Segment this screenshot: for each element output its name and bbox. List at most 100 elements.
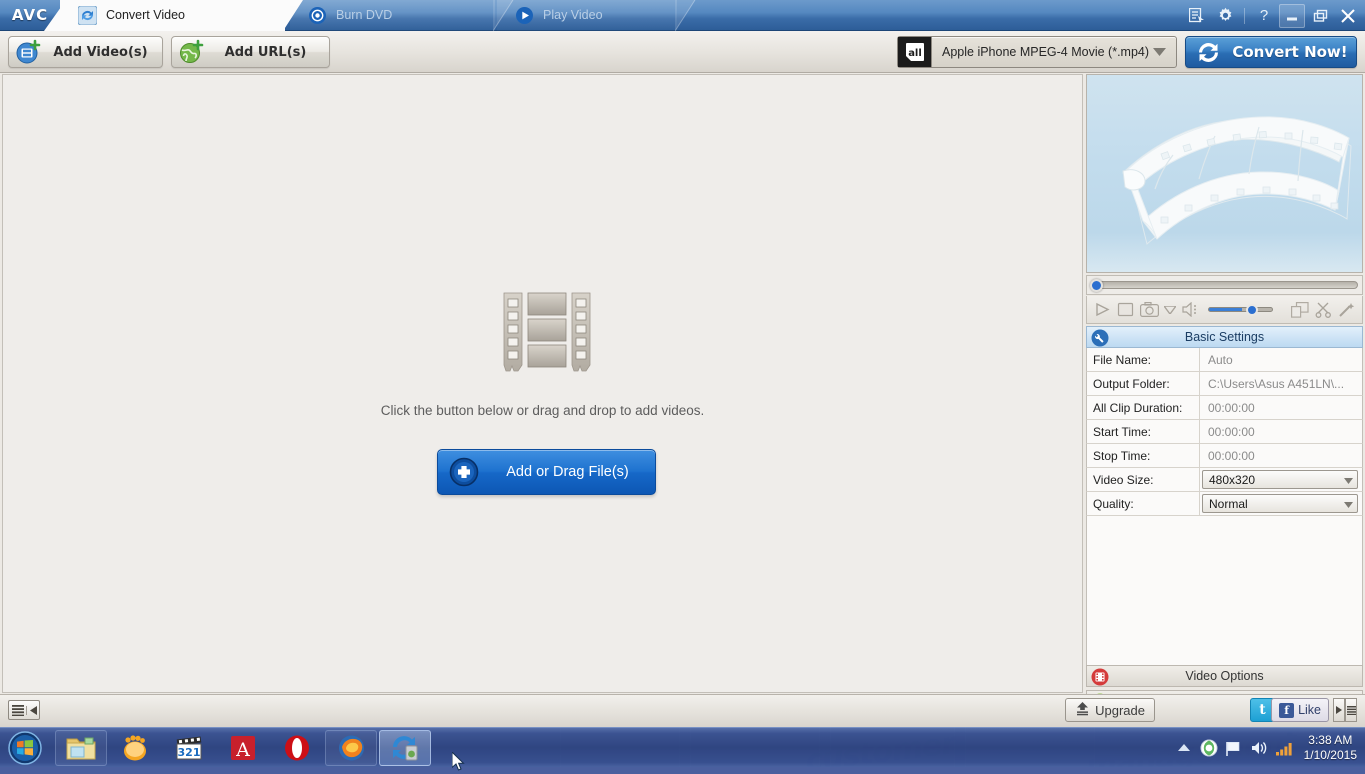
seek-track[interactable] [1091,281,1358,289]
row-value[interactable]: 00:00:00 [1200,444,1362,467]
tab-label: Burn DVD [336,8,393,22]
row-value[interactable]: Auto [1200,348,1362,371]
crop-icon[interactable] [1290,300,1309,320]
output-format-select[interactable]: all Apple iPhone MPEG-4 Movie (*.mp4) [897,36,1177,68]
chevron-down-icon[interactable] [1153,45,1176,59]
volume-thumb[interactable] [1246,303,1259,316]
task-list-icon[interactable] [1184,4,1210,28]
upgrade-label: Upgrade [1095,702,1145,718]
volume-slider[interactable] [1208,302,1273,318]
format-profile-icon: all [898,37,932,67]
tab-burn-dvd[interactable]: Burn DVD [290,0,514,31]
system-tray: 3:38 AM 1/10/2015 [1175,728,1365,768]
settings-row-quality[interactable]: Quality: Normal [1086,492,1363,516]
chevron-down-icon[interactable] [1344,473,1353,487]
right-panel: Basic Settings File Name: Auto Output Fo… [1086,74,1363,712]
statusbar-panel-toggle[interactable] [1333,698,1357,722]
row-value[interactable]: 00:00:00 [1200,396,1362,419]
effects-wand-icon[interactable] [1338,300,1356,320]
convert-refresh-icon [1186,39,1230,66]
add-videos-button[interactable]: Add Video(s) [8,36,163,68]
taskbar-any-video-converter[interactable] [379,729,431,766]
video-size-select[interactable]: 480x320 [1202,470,1358,489]
taskbar-klite-codec-321[interactable]: 321 [163,730,215,766]
settings-empty-space [1086,516,1363,665]
taskbar-firefox-browser[interactable] [325,729,377,766]
basic-settings-header[interactable]: Basic Settings [1086,326,1363,348]
antivirus-shield-icon[interactable] [1200,739,1218,757]
snapshot-camera-icon[interactable] [1139,300,1159,320]
maximize-icon[interactable] [1307,4,1333,28]
taskbar-opera-browser[interactable] [271,730,323,766]
tab-left-edge [44,0,66,31]
video-options-icon [1091,668,1109,686]
settings-gear-icon[interactable] [1212,4,1238,28]
quality-select[interactable]: Normal [1202,494,1358,513]
tab-play-video[interactable]: Play Video [497,0,696,31]
main-toolbar: Add Video(s) Add URL(s) all Apple iPhone… [0,31,1365,73]
add-or-drag-files-button[interactable]: Add or Drag File(s) [437,449,656,495]
preview-seek-bar[interactable] [1086,275,1363,295]
row-value: Normal [1209,496,1248,511]
control-divider [1244,7,1245,24]
taskbar-windows-explorer[interactable] [55,729,107,766]
taskbar-clock[interactable]: 3:38 AM 1/10/2015 [1300,733,1357,763]
preview-playback-controls [1086,296,1363,324]
svg-text:321: 321 [178,746,201,759]
snapshot-dropdown-icon[interactable] [1164,300,1177,320]
settings-row-file-name[interactable]: File Name: Auto [1086,348,1363,372]
add-url-globe-icon [172,39,210,65]
row-label: All Clip Duration: [1087,396,1200,419]
taskbar-adobe-reader[interactable]: A [217,730,269,766]
settings-row-start-time[interactable]: Start Time: 00:00:00 [1086,420,1363,444]
convert-icon [77,5,98,26]
chevron-down-icon[interactable] [1344,497,1353,511]
play-icon [515,6,534,25]
minimize-icon[interactable] [1279,3,1305,28]
filmstrip-placeholder-icon [502,291,592,380]
add-urls-button[interactable]: Add URL(s) [171,36,330,68]
volume-speaker-icon[interactable] [1250,739,1268,757]
settings-row-stop-time[interactable]: Stop Time: 00:00:00 [1086,444,1363,468]
row-value: 480x320 [1209,472,1256,487]
list-lines-icon[interactable] [1345,698,1357,722]
facebook-icon: f [1279,702,1295,718]
volume-track[interactable] [1208,307,1273,312]
play-icon[interactable] [1093,300,1111,320]
taskbar-start-orb[interactable] [3,729,47,767]
video-preview-area[interactable] [1086,74,1363,273]
add-or-drag-files-label: Add or Drag File(s) [506,464,629,480]
row-label: Quality: [1087,492,1200,515]
scissors-trim-icon[interactable] [1314,300,1332,320]
action-center-flag-icon[interactable] [1225,739,1243,757]
row-value[interactable]: 00:00:00 [1200,420,1362,443]
settings-row-all-clip-duration[interactable]: All Clip Duration: 00:00:00 [1086,396,1363,420]
network-signal-icon[interactable] [1275,739,1293,757]
convert-now-button[interactable]: Convert Now! [1185,36,1357,68]
show-hidden-icons-arrow[interactable] [1175,739,1193,757]
help-icon[interactable]: ? [1251,4,1277,28]
facebook-like-button[interactable]: f Like [1271,698,1329,722]
video-options-header[interactable]: Video Options [1086,665,1363,687]
window-controls: ? [1184,0,1361,31]
drop-hint-text: Click the button below or drag and drop … [380,403,705,418]
taskbar-icons: 321 A [55,729,433,767]
settings-row-output-folder[interactable]: Output Folder: C:\Users\Asus A451LN\... [1086,372,1363,396]
volume-icon[interactable] [1182,300,1200,320]
seek-thumb[interactable] [1090,279,1103,292]
upgrade-button[interactable]: Upgrade [1065,698,1155,722]
settings-row-video-size[interactable]: Video Size: 480x320 [1086,468,1363,492]
row-value[interactable]: C:\Users\Asus A451LN\... [1200,372,1362,395]
format-value: Apple iPhone MPEG-4 Movie (*.mp4) [942,45,1150,59]
video-list-drop-area[interactable]: Click the button below or drag and drop … [2,74,1083,727]
stop-icon[interactable] [1116,300,1134,320]
disc-icon [308,6,327,25]
twitter-icon: t [1259,702,1266,718]
plus-circle-icon [438,457,490,487]
unfold-file-management-panel-button[interactable] [8,700,40,720]
upload-arrow-icon [1075,701,1090,719]
taskbar-media-player[interactable] [109,730,161,766]
tab-convert-video[interactable]: Convert Video [44,0,303,31]
triangle-right-icon[interactable] [1333,698,1345,722]
close-icon[interactable] [1335,4,1361,28]
